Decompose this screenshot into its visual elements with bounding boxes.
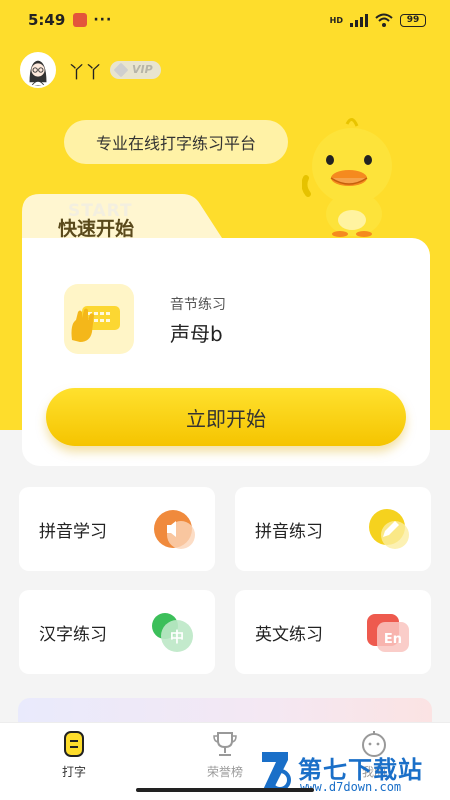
slogan-text: 专业在线打字练习平台 xyxy=(95,134,256,153)
nav-label: 荣誉榜 xyxy=(206,765,243,779)
slogan-bubble: 专业在线打字练习平台 xyxy=(64,120,288,164)
tile-label: 拼音练习 xyxy=(255,522,323,542)
typing-icon xyxy=(64,731,84,757)
status-bar: 5:49 ··· HD 99 xyxy=(0,0,450,40)
status-more-dots: ··· xyxy=(93,12,113,28)
lesson-name: 声母b xyxy=(170,322,223,346)
nav-item-honor[interactable]: 荣誉榜 xyxy=(185,729,265,780)
lesson-category: 音节练习 xyxy=(170,297,226,313)
start-now-button[interactable]: 立即开始 xyxy=(46,388,406,446)
battery-icon: 99 xyxy=(400,13,426,27)
trophy-icon xyxy=(213,732,237,756)
zhong-char-text: 中 xyxy=(170,629,184,646)
notification-app-icon xyxy=(73,13,88,27)
diamond-icon xyxy=(113,62,129,78)
user-header[interactable]: 丫丫 VIP xyxy=(20,52,161,88)
tile-label: 英文练习 xyxy=(255,625,323,645)
tile-pinyin-practice[interactable]: 拼音练习 xyxy=(235,487,431,571)
nav-label: 打字 xyxy=(61,765,86,779)
pencil-icon xyxy=(369,509,409,549)
wifi-icon xyxy=(375,13,393,27)
en-icon: En xyxy=(367,614,409,652)
status-time: 5:49 xyxy=(28,11,66,29)
vip-badge[interactable]: VIP xyxy=(110,61,161,79)
tile-pinyin-learning[interactable]: 拼音学习 xyxy=(19,487,215,571)
status-indicators: HD 99 xyxy=(330,13,426,27)
girl-avatar-icon xyxy=(22,54,54,86)
en-text: En xyxy=(384,632,402,647)
home-indicator[interactable] xyxy=(136,788,314,792)
site-watermark: 第七下载站 www.d7down.com xyxy=(258,748,450,800)
tile-english-practice[interactable]: 英文练习 En xyxy=(235,590,431,674)
tile-label: 汉字练习 xyxy=(39,625,107,645)
zhong-char-icon: 中 xyxy=(152,613,193,652)
avatar[interactable] xyxy=(20,52,56,88)
speaker-icon xyxy=(154,510,195,549)
nav-item-typing[interactable]: 打字 xyxy=(34,729,114,780)
network-label: HD xyxy=(329,15,343,25)
signal-icon xyxy=(350,13,368,27)
quick-start-title: 快速开始 xyxy=(58,218,135,240)
username: 丫丫 xyxy=(68,62,102,83)
tile-hanzi-practice[interactable]: 汉字练习 中 xyxy=(19,590,215,674)
vip-label: VIP xyxy=(132,63,153,76)
watermark-url: www.d7down.com xyxy=(300,780,402,794)
keyboard-hand-icon xyxy=(64,284,134,354)
tile-label: 拼音学习 xyxy=(39,522,107,542)
duck-mascot-icon xyxy=(302,118,392,237)
